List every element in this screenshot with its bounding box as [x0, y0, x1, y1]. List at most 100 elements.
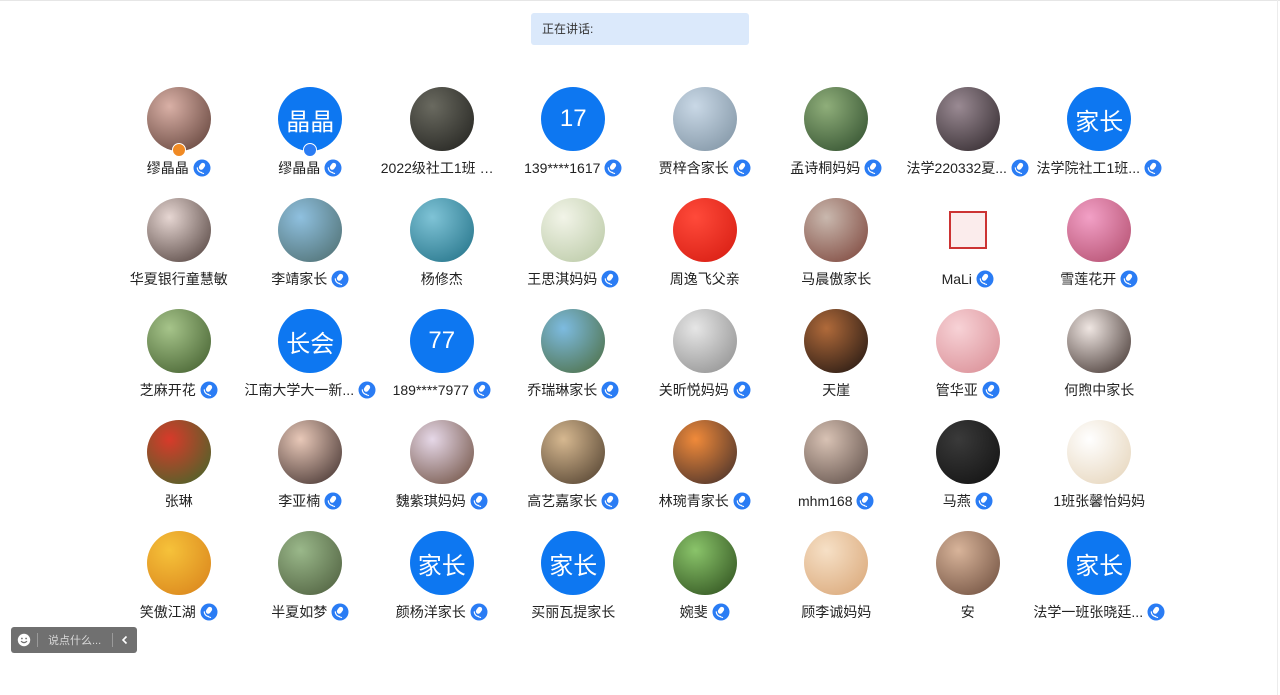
participant-tile[interactable]: 家长 法学一班张晓廷... [1033, 531, 1166, 642]
participant-name: 颜杨洋家长 [395, 604, 466, 620]
mic-icon [601, 270, 619, 288]
participant-name-row: 婉斐 [680, 603, 730, 621]
avatar [935, 87, 1000, 151]
participant-tile[interactable]: 马燕 [902, 420, 1034, 531]
participant-name-row: 何煦中家长 [1064, 381, 1134, 399]
participant-name-row: 芝麻开花 [140, 381, 218, 399]
participant-tile[interactable]: 高艺嘉家长 [508, 420, 640, 531]
mic-icon [601, 381, 619, 399]
participant-name: 雪莲花开 [1060, 271, 1117, 287]
participant-tile[interactable]: 管华亚 [902, 309, 1034, 420]
participant-tile[interactable]: 天崖 [771, 309, 903, 420]
participant-tile[interactable]: 李靖家长 [245, 198, 377, 309]
participant-name: 杨修杰 [420, 271, 463, 287]
right-scrollbar-track[interactable] [1277, 0, 1278, 695]
participant-name: 管华亚 [935, 382, 978, 398]
participant-name-row: 乔瑞琳家长 [527, 381, 619, 399]
mic-icon [470, 492, 488, 510]
avatar [935, 309, 1000, 373]
avatar [804, 309, 869, 373]
avatar [278, 420, 343, 484]
avatar [409, 87, 474, 151]
participant-tile[interactable]: MaLi [902, 198, 1034, 309]
participant-name-row: mhm168 [798, 492, 874, 510]
participant-tile[interactable]: 家长 颜杨洋家长 [376, 531, 508, 642]
mic-icon [712, 603, 730, 621]
participant-tile[interactable]: 晶晶 缪晶晶 [245, 87, 377, 198]
participant-tile[interactable]: 王思淇妈妈 [508, 198, 640, 309]
participant-name-row: 贾梓含家长 [659, 159, 751, 177]
participant-name-row: 2022级社工1班 林... [381, 159, 503, 177]
participant-tile[interactable]: 魏紫琪妈妈 [376, 420, 508, 531]
participant-tile[interactable]: 半夏如梦 [245, 531, 377, 642]
avatar [146, 420, 211, 484]
participant-tile[interactable]: 杨修杰 [376, 198, 508, 309]
participant-tile[interactable]: 雪莲花开 [1034, 198, 1166, 309]
participant-tile[interactable]: 周逸飞父亲 [639, 198, 771, 309]
avatar [804, 531, 869, 595]
participant-tile[interactable]: 马晨傲家长 [771, 198, 903, 309]
participant-tile[interactable]: 1班张馨怡妈妈 [1034, 420, 1166, 531]
chevron-left-icon[interactable] [113, 627, 137, 653]
participant-name: 王思淇妈妈 [527, 271, 598, 287]
participant-tile[interactable]: 家长 买丽瓦提家长 [508, 531, 640, 642]
participant-tile[interactable]: 华夏银行童慧敏 [113, 198, 245, 309]
mic-icon [601, 492, 619, 510]
mic-icon [193, 159, 211, 177]
chat-input-bar[interactable]: 说点什么... [11, 627, 137, 653]
avatar [936, 198, 1000, 262]
participant-name-row: 139****1617 [524, 159, 622, 177]
participant-tile[interactable]: 何煦中家长 [1034, 309, 1166, 420]
participant-name-row: 1班张馨怡妈妈 [1053, 492, 1145, 510]
participant-tile[interactable]: 婉斐 [639, 531, 771, 642]
top-divider [0, 0, 1280, 1]
participant-name-row: 颜杨洋家长 [396, 603, 488, 621]
participant-name-row: 天崖 [822, 381, 850, 399]
participant-name-row: 林琬青家长 [659, 492, 751, 510]
participant-name: 买丽瓦提家长 [531, 604, 616, 620]
avatar [672, 531, 737, 595]
mic-icon [982, 381, 1000, 399]
participant-name: 江南大学大一新... [244, 382, 355, 398]
host-badge-icon [171, 143, 186, 157]
participant-name: 139****1617 [524, 160, 601, 176]
participant-tile[interactable]: 2022级社工1班 林... [376, 87, 508, 198]
emoji-icon[interactable] [11, 627, 37, 653]
participant-name-row: 买丽瓦提家长 [531, 603, 615, 621]
participant-name: 华夏银行童慧敏 [129, 271, 228, 287]
participant-tile[interactable]: 安 [902, 531, 1034, 642]
participant-tile[interactable]: mhm168 [771, 420, 903, 531]
participant-name: 芝麻开花 [139, 382, 196, 398]
participant-tile[interactable]: 笑傲江湖 [113, 531, 245, 642]
participant-name: 法学一班张晓廷... [1033, 604, 1144, 620]
participant-tile[interactable]: 家长 法学院社工1班... [1034, 87, 1166, 198]
participant-tile[interactable]: 张琳 [113, 420, 245, 531]
avatar [672, 420, 737, 484]
participant-tile[interactable]: 法学220332夏... [902, 87, 1034, 198]
avatar-text: 家长 [1075, 108, 1124, 136]
mic-icon [733, 381, 751, 399]
participant-name-row: 华夏银行童慧敏 [130, 270, 228, 288]
participant-name: 张琳 [164, 493, 193, 509]
mic-icon [470, 603, 488, 621]
avatar [146, 198, 211, 262]
mic-icon [200, 381, 218, 399]
participant-tile[interactable]: 孟诗桐妈妈 [771, 87, 903, 198]
mic-icon [200, 603, 218, 621]
participant-name: 贾梓含家长 [658, 160, 729, 176]
avatar-text: 77 [428, 327, 456, 354]
chat-input-placeholder[interactable]: 说点什么... [38, 632, 112, 648]
participant-tile[interactable]: 顾李诚妈妈 [771, 531, 903, 642]
participant-tile[interactable]: 贾梓含家长 [639, 87, 771, 198]
avatar-text: 17 [559, 105, 587, 132]
participant-tile[interactable]: 芝麻开花 [113, 309, 245, 420]
participant-tile[interactable]: 长会 江南大学大一新... [244, 309, 377, 420]
participant-tile[interactable]: 林琬青家长 [639, 420, 771, 531]
participant-tile[interactable]: 李亚楠 [245, 420, 377, 531]
participant-tile[interactable]: 乔瑞琳家长 [508, 309, 640, 420]
participant-tile[interactable]: 17 139****1617 [508, 87, 640, 198]
participant-tile[interactable]: 关昕悦妈妈 [639, 309, 771, 420]
participant-name: 李靖家长 [271, 271, 328, 287]
participant-tile[interactable]: 缪晶晶 [113, 87, 245, 198]
participant-tile[interactable]: 77 189****7977 [376, 309, 508, 420]
